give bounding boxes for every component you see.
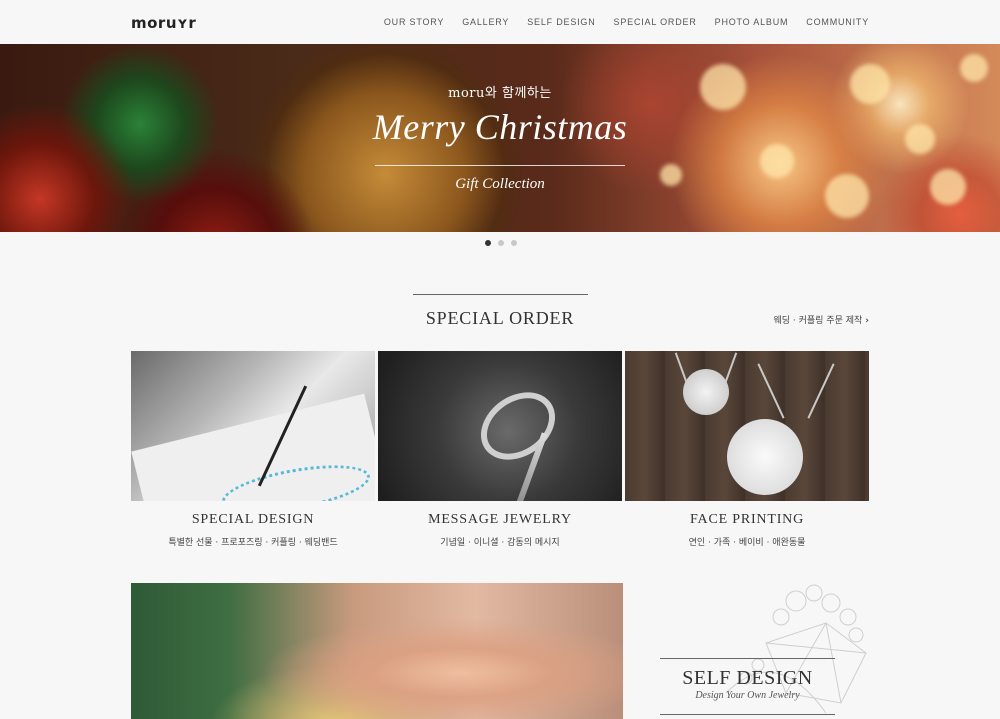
hero-title: Merry Christmas <box>372 107 628 147</box>
self-design-divider-top <box>660 658 835 659</box>
wedding-order-link[interactable]: 웨딩 · 커플링 주문 제작 › <box>773 313 869 326</box>
nav-special-order[interactable]: SPECIAL ORDER <box>614 17 697 27</box>
card-special-design[interactable]: SPECIAL DESIGN 특별한 선물 · 프로포즈링 · 커플링 · 웨딩… <box>131 351 375 548</box>
hero-text: moru와 함께하는 Merry Christmas Gift Collecti… <box>0 44 1000 232</box>
slider-dot-2[interactable] <box>498 240 504 246</box>
wedding-order-label: 웨딩 · 커플링 주문 제작 <box>773 316 863 326</box>
card-desc: 특별한 선물 · 프로포즈링 · 커플링 · 웨딩밴드 <box>168 538 338 548</box>
site-header: moruʏr OUR STORY GALLERY SELF DESIGN SPE… <box>0 0 1000 44</box>
main-nav: OUR STORY GALLERY SELF DESIGN SPECIAL OR… <box>384 17 869 27</box>
section-divider <box>413 294 588 295</box>
hero-caption: Gift Collection <box>455 176 545 192</box>
self-design-promo[interactable]: SELF DESIGN Design Your Own Jewelry <box>626 583 869 719</box>
self-design-divider-bottom <box>660 714 835 715</box>
self-design-title: SELF DESIGN <box>682 667 813 689</box>
hero-divider <box>375 165 625 166</box>
face-printing-image[interactable] <box>625 351 869 501</box>
card-message-jewelry[interactable]: MESSAGE JEWELRY 기념일 · 이니셜 · 감동의 메시지 <box>378 351 622 548</box>
jewelry-photo[interactable] <box>131 583 623 719</box>
nav-community[interactable]: COMMUNITY <box>806 17 869 27</box>
message-jewelry-image[interactable] <box>378 351 622 501</box>
slider-dot-1[interactable] <box>485 240 491 246</box>
slider-pagination <box>485 240 517 246</box>
chevron-right-icon: › <box>865 316 869 326</box>
hero-banner[interactable]: moru와 함께하는 Merry Christmas Gift Collecti… <box>0 44 1000 232</box>
nav-our-story[interactable]: OUR STORY <box>384 17 444 27</box>
card-title[interactable]: MESSAGE JEWELRY <box>378 512 622 528</box>
card-face-printing[interactable]: FACE PRINTING 연인 · 가족 · 베이비 · 애완동물 <box>625 351 869 548</box>
special-order-cards: SPECIAL DESIGN 특별한 선물 · 프로포즈링 · 커플링 · 웨딩… <box>131 351 869 548</box>
site-logo[interactable]: moruʏr <box>131 14 196 32</box>
card-title[interactable]: SPECIAL DESIGN <box>131 512 375 528</box>
self-design-subtitle: Design Your Own Jewelry <box>695 690 800 701</box>
nav-gallery[interactable]: GALLERY <box>462 17 509 27</box>
card-desc: 연인 · 가족 · 베이비 · 애완동물 <box>688 538 806 548</box>
nav-photo-album[interactable]: PHOTO ALBUM <box>715 17 789 27</box>
slider-dot-3[interactable] <box>511 240 517 246</box>
card-title[interactable]: FACE PRINTING <box>625 512 869 528</box>
card-desc: 기념일 · 이니셜 · 감동의 메시지 <box>440 538 560 548</box>
hero-subtitle: moru와 함께하는 <box>448 86 552 101</box>
special-design-image[interactable] <box>131 351 375 501</box>
nav-self-design[interactable]: SELF DESIGN <box>527 17 595 27</box>
